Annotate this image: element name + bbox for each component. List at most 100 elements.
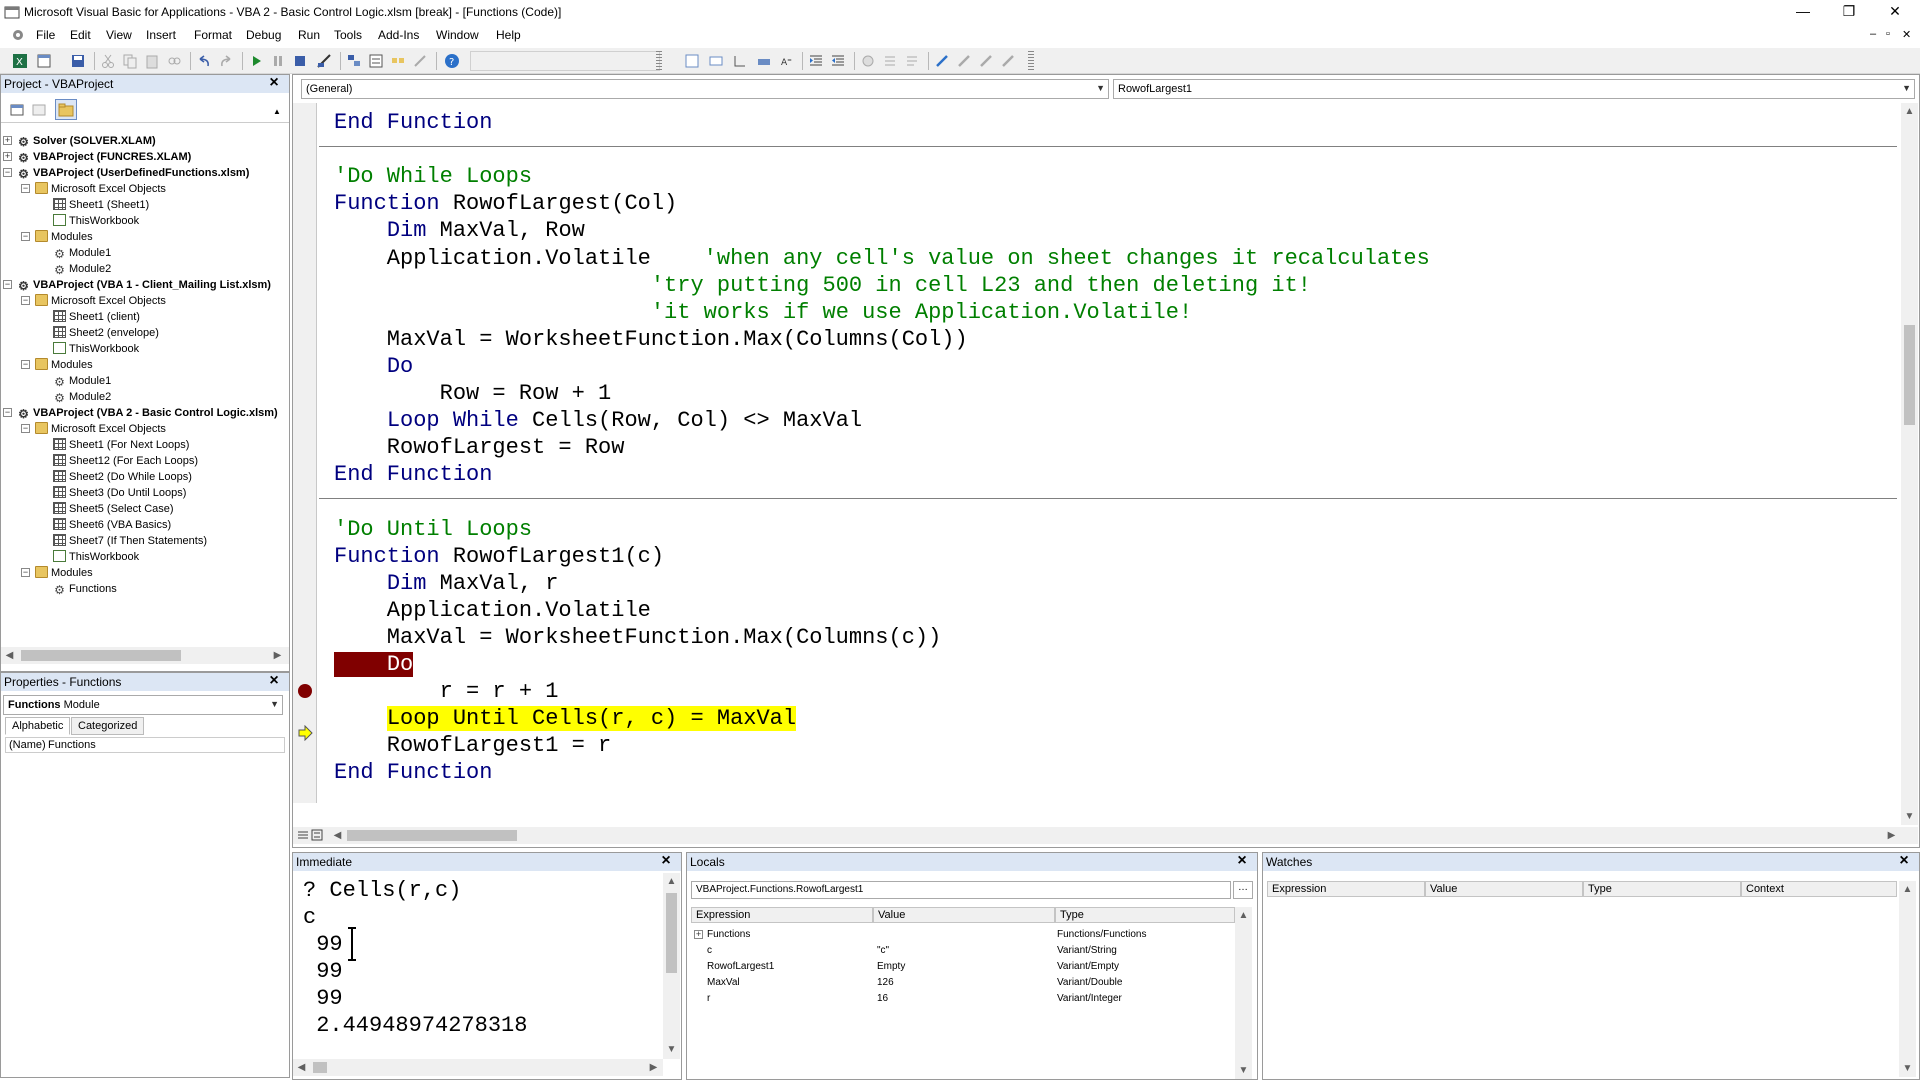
scroll-up-arrow[interactable]: ▲ xyxy=(1899,881,1916,898)
collapse-icon[interactable]: − xyxy=(21,360,30,369)
tree-item[interactable]: ⚙ VBAProject (FUNCRES.XLAM) xyxy=(17,149,191,165)
code-line[interactable]: r = r + 1 xyxy=(334,678,559,705)
watches-vscroll[interactable]: ▲ ▼ xyxy=(1899,881,1916,1077)
tree-item[interactable]: ⚙ VBAProject (VBA 2 - Basic Control Logic… xyxy=(17,405,278,421)
scroll-right-arrow[interactable]: ▶ xyxy=(645,1059,662,1076)
tree-item[interactable]: Microsoft Excel Objects xyxy=(35,421,166,437)
tree-item[interactable]: ThisWorkbook xyxy=(53,549,139,565)
collapse-icon[interactable]: − xyxy=(21,232,30,241)
menu-window[interactable]: Window xyxy=(436,28,479,42)
tab-alphabetic[interactable]: Alphabetic xyxy=(5,717,71,735)
code-line[interactable]: End Function xyxy=(334,461,492,488)
parameter-info-icon[interactable] xyxy=(756,53,772,69)
outdent-icon[interactable] xyxy=(830,53,846,69)
code-line[interactable]: RowofLargest1 = r xyxy=(334,732,611,759)
project-hscroll[interactable]: ◀ ▶ xyxy=(1,647,289,664)
tree-item[interactable]: ⚙ VBAProject (VBA 1 - Client_Mailing List… xyxy=(17,277,271,293)
next-bookmark-icon[interactable] xyxy=(956,53,972,69)
menu-debug[interactable]: Debug xyxy=(246,28,281,42)
find-icon[interactable] xyxy=(166,53,182,69)
indicator-margin[interactable] xyxy=(293,103,317,803)
code-line[interactable]: Dim MaxVal, Row xyxy=(334,217,585,244)
code-line[interactable]: End Function xyxy=(334,109,492,136)
expand-icon[interactable]: + xyxy=(3,136,12,145)
locals-header-expression[interactable]: Expression xyxy=(691,907,873,923)
menu-tools[interactable]: Tools xyxy=(334,28,362,42)
menu-view[interactable]: View xyxy=(106,28,132,42)
object-select[interactable]: Functions Module ▼ xyxy=(3,695,283,715)
clear-bookmarks-icon[interactable] xyxy=(1000,53,1016,69)
complete-word-icon[interactable]: A⁼ xyxy=(780,53,796,69)
tree-item[interactable]: Sheet2 (Do While Loops) xyxy=(53,469,192,485)
scroll-right-arrow[interactable]: ▶ xyxy=(269,647,286,664)
scroll-thumb[interactable] xyxy=(347,830,517,841)
collapse-icon[interactable]: − xyxy=(21,424,30,433)
menu-format[interactable]: Format xyxy=(194,28,232,42)
code-line[interactable]: Application.Volatile 'when any cell's va… xyxy=(334,245,1430,272)
scroll-left-arrow[interactable]: ◀ xyxy=(1,647,18,664)
scroll-thumb[interactable] xyxy=(666,893,677,973)
view-code-icon[interactable] xyxy=(9,102,25,118)
code-line[interactable]: MaxVal = WorksheetFunction.Max(Columns(c… xyxy=(334,624,942,651)
procedure-dropdown[interactable]: RowofLargest1 ▼ xyxy=(1113,79,1915,99)
tree-item[interactable]: Sheet1 (client) xyxy=(53,309,140,325)
tree-item[interactable]: ⚙ Module2 xyxy=(53,261,111,277)
toggle-folders-button[interactable] xyxy=(55,99,77,120)
scroll-thumb[interactable] xyxy=(1904,325,1915,425)
indent-icon[interactable] xyxy=(808,53,824,69)
expand-icon[interactable]: + xyxy=(3,152,12,161)
mdi-minimize-button[interactable]: – xyxy=(1870,28,1876,40)
code-line[interactable]: Row = Row + 1 xyxy=(334,380,612,407)
mdi-close-button[interactable]: ✕ xyxy=(1902,28,1911,41)
scroll-down-arrow[interactable]: ▼ xyxy=(1899,1060,1916,1077)
copy-icon[interactable] xyxy=(122,53,138,69)
close-icon[interactable]: × xyxy=(1895,853,1913,871)
watches-header-context[interactable]: Context xyxy=(1741,881,1897,897)
immediate-text-area[interactable]: ? Cells(r,c) c 99 99 99 2.44948974278318 xyxy=(293,873,663,1057)
tree-item[interactable]: Sheet2 (envelope) xyxy=(53,325,159,341)
reset-icon[interactable] xyxy=(292,53,308,69)
code-line[interactable]: Function RowofLargest1(c) xyxy=(334,543,664,570)
code-line[interactable]: End Function xyxy=(334,759,492,786)
design-mode-icon[interactable] xyxy=(316,53,332,69)
tree-item[interactable]: ⚙ Solver (SOLVER.XLAM) xyxy=(17,133,156,149)
code-line[interactable]: Function RowofLargest(Col) xyxy=(334,190,677,217)
list-constants-icon[interactable] xyxy=(708,53,724,69)
tree-item[interactable]: Sheet12 (For Each Loops) xyxy=(53,453,198,469)
collapse-icon[interactable]: − xyxy=(3,168,12,177)
run-icon[interactable] xyxy=(248,53,264,69)
collapse-icon[interactable]: − xyxy=(21,184,30,193)
scroll-down-arrow[interactable]: ▼ xyxy=(663,1041,680,1058)
view-object-icon[interactable] xyxy=(31,102,47,118)
code-line[interactable]: Loop While Cells(Row, Col) <> MaxVal xyxy=(334,407,862,434)
excel-icon[interactable]: X xyxy=(12,53,28,69)
object-browser-icon[interactable] xyxy=(390,53,406,69)
tree-item[interactable]: Sheet6 (VBA Basics) xyxy=(53,517,171,533)
watches-header-expression[interactable]: Expression xyxy=(1267,881,1425,897)
tree-item[interactable]: Sheet7 (If Then Statements) xyxy=(53,533,207,549)
toolbar-grip[interactable] xyxy=(656,51,662,71)
previous-bookmark-icon[interactable] xyxy=(978,53,994,69)
list-properties-icon[interactable] xyxy=(684,53,700,69)
tree-item[interactable]: Sheet3 (Do Until Loops) xyxy=(53,485,186,501)
uncomment-block-icon[interactable] xyxy=(904,53,920,69)
tree-item[interactable]: Microsoft Excel Objects xyxy=(35,181,166,197)
code-line[interactable]: 'try putting 500 in cell L23 and then de… xyxy=(334,272,1311,299)
toolbox-icon[interactable] xyxy=(412,53,428,69)
tree-item[interactable]: Modules xyxy=(35,357,93,373)
mdi-restore-button[interactable]: ▫ xyxy=(1886,28,1890,40)
code-line[interactable]: 'Do Until Loops xyxy=(334,516,532,543)
tab-categorized[interactable]: Categorized xyxy=(71,717,145,735)
locals-vscroll[interactable]: ▲ ▼ xyxy=(1235,907,1252,1079)
scroll-down-arrow[interactable]: ▼ xyxy=(1901,808,1918,825)
tree-item[interactable]: ⚙ Functions xyxy=(53,581,117,597)
local-value[interactable]: "c" xyxy=(877,943,889,959)
break-icon[interactable] xyxy=(270,53,286,69)
save-icon[interactable] xyxy=(70,53,86,69)
code-line[interactable]: RowofLargest = Row xyxy=(334,434,625,461)
insert-module-icon[interactable] xyxy=(36,53,52,69)
locals-header-type[interactable]: Type xyxy=(1055,907,1235,923)
collapse-icon[interactable]: − xyxy=(21,296,30,305)
restore-button[interactable]: ❐ xyxy=(1826,0,1872,24)
code-line[interactable]: 'it works if we use Application.Volatile… xyxy=(334,299,1192,326)
